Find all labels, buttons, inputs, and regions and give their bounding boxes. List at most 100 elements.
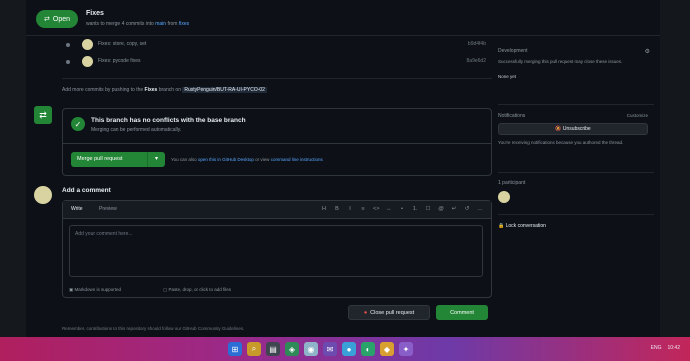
desktop-link[interactable]: open this in GitHub Desktop: [198, 157, 254, 162]
quote-icon[interactable]: ≡: [360, 206, 366, 212]
unsubscribe-button[interactable]: 🔕 Unsubscribe: [498, 123, 648, 135]
heading-icon[interactable]: H: [321, 206, 327, 212]
none-yet: None yet: [498, 74, 517, 79]
pr-subtitle: wants to merge 4 commits into main from …: [86, 21, 190, 27]
tab-write[interactable]: Write: [71, 206, 83, 212]
pr-title: Fixes: [86, 10, 104, 17]
chrome-icon[interactable]: ●: [342, 342, 356, 356]
mention-icon[interactable]: @: [438, 206, 444, 212]
merge-button[interactable]: Merge pull request ▾: [71, 152, 165, 167]
attach-files[interactable]: ▢ Paste, drop, or click to add files: [163, 287, 231, 293]
commit-dot-icon: [66, 43, 70, 47]
commit-row[interactable]: Fixes: store, copy, set b9d4f4b: [66, 38, 486, 52]
info-repo[interactable]: RustyPenguin/BUT-RA-UI-PYCO-02: [182, 87, 267, 93]
markdown-icon: ▣: [69, 287, 74, 292]
tray-clock[interactable]: 10:42: [667, 345, 680, 351]
close-pr-button[interactable]: ● Close pull request: [348, 305, 430, 320]
merge-hint: You can also open this in GitHub Desktop…: [171, 157, 323, 162]
tab-preview[interactable]: Preview: [99, 206, 117, 212]
link-icon[interactable]: ↔: [386, 206, 392, 212]
merge-button-label[interactable]: Merge pull request: [71, 152, 147, 167]
files-icon[interactable]: ▤: [266, 342, 280, 356]
timeline-divider: [62, 78, 492, 79]
format-toolbar: H B I ≡ <> ↔ • 1. ☐ @ ↵ ↺ …: [321, 206, 483, 212]
lock-conversation[interactable]: 🔒 Lock conversation: [498, 223, 654, 229]
system-tray: ENG 10:42: [651, 345, 680, 351]
comment-box: Write Preview H B I ≡ <> ↔ • 1. ☐ @ ↵ ↺ …: [62, 200, 492, 298]
participants-title: 1 participant: [498, 180, 526, 186]
settings-icon[interactable]: ✦: [399, 342, 413, 356]
avatar[interactable]: [34, 186, 52, 204]
bullet-list-icon[interactable]: •: [399, 206, 405, 212]
left-edge: [0, 0, 26, 337]
sidebar-divider: [498, 214, 654, 215]
merge-status-description: Merging can be performed automatically.: [91, 127, 182, 133]
numbered-list-icon[interactable]: 1.: [412, 206, 418, 212]
sidebar-divider: [498, 104, 654, 105]
avatar[interactable]: [498, 191, 510, 203]
task-list-icon[interactable]: ☐: [425, 206, 431, 212]
push-info: Add more commits by pushing to the Fixes…: [62, 87, 267, 93]
customize-link[interactable]: Customize: [627, 113, 648, 118]
app-icon[interactable]: ◆: [380, 342, 394, 356]
avatar[interactable]: [82, 39, 93, 50]
right-edge: [660, 0, 690, 337]
edge-icon[interactable]: ◐: [361, 342, 375, 356]
browser-page: ⇄ Open Fixes wants to merge 4 commits in…: [0, 0, 690, 337]
bold-icon[interactable]: B: [334, 206, 340, 212]
cli-instructions-link[interactable]: command line instructions: [271, 157, 323, 162]
more-icon[interactable]: …: [477, 206, 483, 212]
tray-language[interactable]: ENG: [651, 345, 662, 351]
undo-icon[interactable]: ↺: [464, 206, 470, 212]
head-branch-link[interactable]: fixes: [179, 21, 189, 27]
gear-icon[interactable]: ⚙: [645, 48, 650, 55]
development-title[interactable]: Development: [498, 48, 654, 54]
notifications-text: You're receiving notifications because y…: [498, 140, 624, 145]
sticky-header: ⇄ Open Fixes wants to merge 4 commits in…: [26, 0, 660, 36]
sidebar-divider: [498, 172, 654, 173]
windows-logo-icon[interactable]: ⊞: [228, 342, 242, 356]
italic-icon[interactable]: I: [347, 206, 353, 212]
base-branch-link[interactable]: main: [155, 21, 166, 27]
sidebar-lock[interactable]: 🔒 Lock conversation: [498, 223, 654, 229]
comment-textarea[interactable]: Add your comment here...: [69, 225, 483, 277]
browser-icon[interactable]: ◉: [304, 342, 318, 356]
image-icon: ▢: [163, 287, 168, 292]
sidebar-development: Development ⚙ Successfully merging this …: [498, 48, 654, 80]
sidebar-notifications: Notifications Customize 🔕 Unsubscribe Yo…: [498, 113, 654, 146]
close-pr-icon: ●: [363, 309, 368, 316]
code-icon[interactable]: <>: [373, 206, 379, 212]
commit-message[interactable]: Fixes: store, copy, set: [98, 41, 146, 47]
pr-open-icon: ⇄: [44, 16, 50, 23]
info-branch[interactable]: Fixes: [145, 87, 158, 93]
merge-box: ✓ This branch has no conflicts with the …: [62, 108, 492, 176]
chevron-down-icon[interactable]: ▾: [147, 152, 165, 167]
commit-sha[interactable]: b9d4f4b: [468, 41, 486, 47]
markdown-note[interactable]: ▣ Markdown is supported: [69, 287, 121, 293]
lock-icon: 🔒: [498, 223, 505, 229]
avatar[interactable]: [82, 56, 93, 67]
search-icon[interactable]: ⌕: [247, 342, 261, 356]
merge-separator: [63, 143, 491, 144]
reference-icon[interactable]: ↵: [451, 206, 457, 212]
bell-slash-icon: 🔕: [555, 126, 563, 132]
sidebar-participants: 1 participant: [498, 180, 654, 203]
comment-tabs: Write Preview H B I ≡ <> ↔ • 1. ☐ @ ↵ ↺ …: [63, 201, 491, 219]
commit-row[interactable]: Fixes: pycode fixes 8a9e6d2: [66, 55, 486, 69]
guidelines-note: Remember, contributions to this reposito…: [62, 326, 245, 331]
state-badge: ⇄ Open: [36, 10, 78, 28]
store-icon[interactable]: ◈: [285, 342, 299, 356]
commit-sha[interactable]: 8a9e6d2: [467, 58, 486, 64]
pull-request-view: ⇄ Open Fixes wants to merge 4 commits in…: [26, 0, 685, 337]
commit-dot-icon: [66, 60, 70, 64]
comment-button[interactable]: Comment: [436, 305, 488, 320]
merge-status-title: This branch has no conflicts with the ba…: [91, 117, 246, 124]
merge-icon: ⇄: [34, 106, 52, 124]
taskbar-apps: ⊞ ⌕ ▤ ◈ ◉ ✉ ● ◐ ◆ ✦: [228, 342, 413, 356]
commit-message[interactable]: Fixes: pycode fixes: [98, 58, 141, 64]
check-icon: ✓: [71, 117, 85, 131]
taskbar: ⊞ ⌕ ▤ ◈ ◉ ✉ ● ◐ ◆ ✦ ENG 10:42: [0, 337, 690, 361]
mail-icon[interactable]: ✉: [323, 342, 337, 356]
add-comment-heading: Add a comment: [62, 187, 111, 194]
development-text: Successfully merging this pull request m…: [498, 59, 623, 64]
